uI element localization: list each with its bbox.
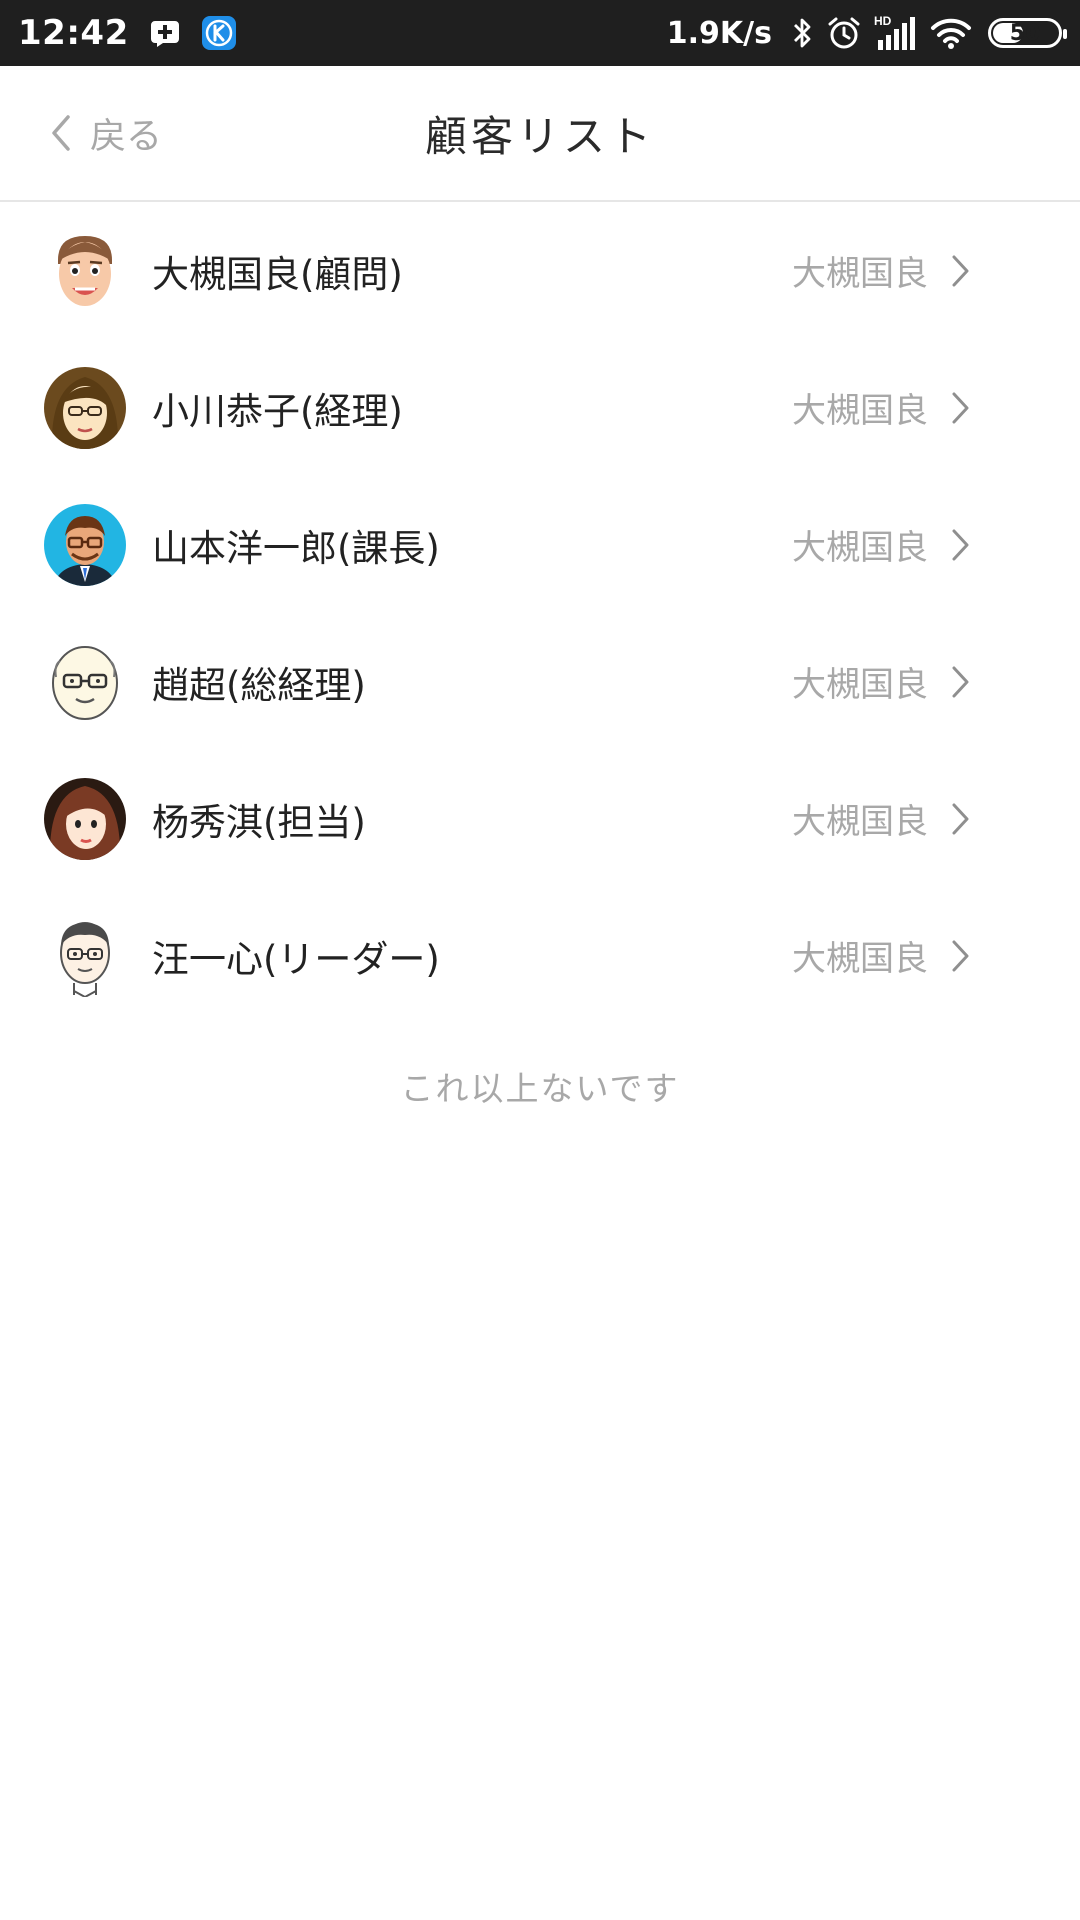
male-bald-icon [44,229,126,312]
customer-row-right: 大槻国良 [792,613,970,750]
male-glasses-icon [44,914,126,997]
chevron-left-icon [50,114,72,152]
battery-icon: 50 [988,18,1067,48]
customer-name: 山本洋一郎(課長) [152,526,440,570]
nav-bar: 顧客リスト 戻る [0,66,1080,202]
customer-row-right: 大槻国良 [792,887,970,1024]
hd-badge: HD [874,14,892,28]
back-button[interactable]: 戻る [50,66,162,200]
customer-name: 小川恭子(経理) [152,389,403,433]
customer-row[interactable]: 大槻国良(顧問) 大槻国良 [0,202,1080,339]
status-time: 12:42 [18,13,129,53]
status-bar: 12:42 1.9K/s HD 50 [0,0,1080,66]
customer-row[interactable]: 山本洋一郎(課長) 大槻国良 [0,476,1080,613]
status-bar-right: 1.9K/s HD 50 [666,14,1067,52]
female-longhair-icon [44,777,126,860]
customer-row-right: 大槻国良 [792,339,970,476]
customer-owner: 大槻国良 [792,254,928,294]
customer-row-right: 大槻国良 [792,750,970,887]
customer-owner: 大槻国良 [792,665,928,705]
k-app-icon [201,15,237,51]
customer-name: 汪一心(リーダー) [152,937,440,981]
list-end-message: これ以上ないです [400,1069,680,1108]
chevron-right-icon [950,391,970,425]
status-bar-left: 12:42 [18,13,237,53]
customer-name: 趙超(総経理) [152,663,366,707]
male-business-icon [44,503,126,586]
customer-owner: 大槻国良 [792,528,928,568]
signal-icon: HD [874,14,918,52]
network-speed: 1.9K/s [666,15,772,51]
chevron-right-icon [950,802,970,836]
battery-text: 50 [1009,20,1041,46]
customer-row-right: 大槻国良 [792,476,970,613]
elder-male-icon [44,640,126,723]
chevron-right-icon [950,939,970,973]
customer-row[interactable]: 趙超(総経理) 大槻国良 [0,613,1080,750]
customer-owner: 大槻国良 [792,391,928,431]
customer-name: 杨秀淇(担当) [152,800,366,844]
chevron-right-icon [950,254,970,288]
app-root: 12:42 1.9K/s HD 50 顧客リスト 戻る 大槻国良(顧問) 大槻国… [0,0,1080,1920]
customer-row[interactable]: 小川恭子(経理) 大槻国良 [0,339,1080,476]
customer-row-right: 大槻国良 [792,202,970,339]
back-button-label: 戻る [90,116,163,157]
chevron-right-icon [950,528,970,562]
customer-owner: 大槻国良 [792,802,928,842]
female-glasses-icon [44,366,126,449]
wifi-icon [930,16,972,50]
customer-owner: 大槻国良 [792,939,928,979]
bluetooth-icon [792,16,814,50]
notification-plus-icon [149,19,181,47]
customer-list: 大槻国良(顧問) 大槻国良 小川恭子(経理) 大槻国良 山本洋一郎(課長) 大槻… [0,202,1080,1024]
alarm-icon [826,15,862,51]
chevron-right-icon [950,665,970,699]
customer-name: 大槻国良(顧問) [152,252,403,296]
customer-row[interactable]: 汪一心(リーダー) 大槻国良 [0,887,1080,1024]
customer-row[interactable]: 杨秀淇(担当) 大槻国良 [0,750,1080,887]
